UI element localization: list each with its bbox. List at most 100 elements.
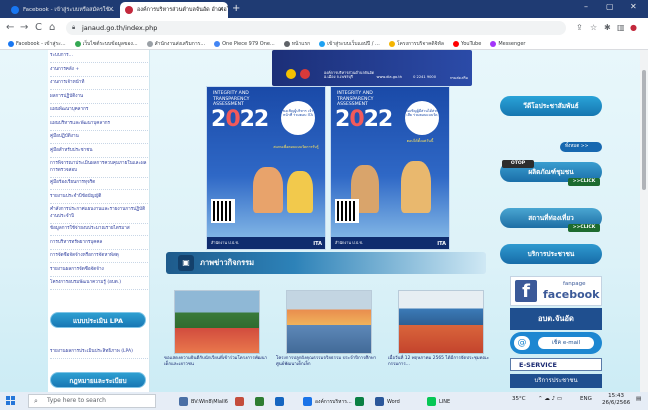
taskbar-app[interactable] [252,395,267,408]
lpa-report-link[interactable]: รายงานผลการประเมินประสิทธิภาพ (LPA) [50,348,148,359]
left-menu-item[interactable]: งานการคลัง + [50,66,148,77]
banner-website: www.dla.go.th [376,75,403,79]
tab-janaud[interactable]: องค์การบริหารส่วนตำบลจันอัด อำเภอโ... × [120,2,228,18]
close-window-button[interactable]: ✕ [630,2,637,11]
all-videos-link[interactable]: ทั้งหมด >> [560,142,602,152]
news-photo[interactable] [286,290,372,354]
lpa-button[interactable]: แบบประเมิน LPA [50,312,146,328]
left-menu-item[interactable]: รายงานประจำปีข้อบัญญัติ [50,193,148,204]
org-name: องค์การบริหารส่วนตำบลจันอัด อ.เมือง จ.เพ… [324,70,375,79]
bookmark-icon [214,40,221,47]
taskbar-search-input[interactable]: ⌕ Type here to search [28,394,156,408]
scrollbar-thumb[interactable] [642,70,646,190]
left-menu-item[interactable]: แผนบริหารและพัฒนาบุคลากร [50,120,148,131]
left-menu-item[interactable]: ผลการปฏิบัติงาน [50,93,148,104]
taskbar-app[interactable] [272,395,287,408]
facebook-fanpage[interactable]: f fanpage facebook [510,276,602,306]
share-icon[interactable]: ⇪ [576,23,583,32]
new-tab-button[interactable]: + [232,3,240,14]
org-label[interactable]: อบต.จันอัด [510,308,602,330]
otop-badge: OTOP [502,160,534,168]
left-menu-item[interactable]: ระบบการ... [50,52,148,63]
address-bar[interactable]: 🔒︎ janaud.go.th/index.php [66,21,566,35]
minimize-button[interactable]: – [584,2,588,11]
app-label: BV:Win8\Mlall6 [191,398,228,405]
windows-start-icon[interactable] [6,396,15,405]
bookmark-item[interactable]: One Piece 979 One... [214,40,275,47]
language[interactable]: ENG [580,396,592,402]
weather[interactable]: 35°C [512,396,526,402]
app-icon [427,397,436,406]
taskbar-app[interactable]: องค์การบริหาร... [300,395,355,408]
citizen-service-button[interactable]: บริการประชาชน [510,374,602,388]
bookmark-item[interactable]: Messenger [490,40,525,47]
close-icon[interactable]: × [108,5,114,13]
scrollbar[interactable] [640,50,648,392]
eservice-button[interactable]: E-SERVICE [510,358,602,371]
star-icon[interactable]: ☆ [590,23,597,32]
taskbar-app[interactable] [352,395,367,408]
tray-icons[interactable]: ⌃ ☁ ♪ ▭ [538,396,562,402]
bookmark-item[interactable]: เข้าสู่ระบบเว็บแอปปี / ... [319,40,380,48]
app-icon [235,397,244,406]
search-icon: ⌕ [34,397,38,405]
news-photo[interactable] [174,290,260,354]
left-menu-item[interactable]: ข้อมูลการใช้จ่ายงบประมาณรายไตรมาส [50,225,148,236]
reload-icon[interactable]: C [35,22,42,33]
bookmark-icon [490,40,497,47]
left-menu-item[interactable]: คู่มือปฏิบัติงาน [50,133,148,144]
law-button[interactable]: กฎหมายและระเบียบ [50,372,146,388]
taskbar-app[interactable]: BV:Win8\Mlall6 [176,395,231,408]
taskbar-app[interactable]: LINE [424,395,453,408]
taskbar-app[interactable] [232,395,247,408]
maximize-button[interactable]: ▢ [606,2,614,11]
left-menu-item[interactable]: โครงการอบรมพัฒนาความรู้ (อบต.) [50,279,148,290]
service-button[interactable]: บริการประชาชน [500,244,602,264]
left-menu-item[interactable]: การพิจารณาประเมินผลการควบคุมภายในและผลกา… [50,160,148,178]
forward-icon[interactable]: → [20,22,28,33]
news-caption[interactable]: โครงการปลูกฝังคุณธรรมจริยธรรม ประจำปีการ… [276,356,380,368]
left-menu-item[interactable]: คู่มือร้องเรียนการทุจริต [50,179,148,190]
left-menu-item[interactable]: แผนพัฒนาบุคลากร [50,106,148,117]
bookmark-item[interactable]: Facebook - เข้าสู่ระ... [8,40,66,48]
left-menu-item[interactable]: คำสั่งการประกาศแผนงานและรายงานการปฏิบัติ… [50,206,148,224]
back-icon[interactable]: ← [6,22,14,33]
bookmark-item[interactable]: YouTube [452,40,481,47]
taskbar-app[interactable]: Word [372,395,403,408]
notification-icon[interactable]: ▤ [636,396,641,402]
bookmark-icon [319,40,326,47]
tourism-click[interactable]: >>CLICK [568,224,600,232]
news-title: ภาพข่าวกิจกรรม [200,258,255,267]
left-menu-item[interactable]: งานการเจ้าหน้าที่ [50,79,148,90]
extensions-icon[interactable]: ✱ [604,23,611,32]
ita-poster-1[interactable]: INTEGRITY AND TRANSPARENCY ASSESSMENT 20… [206,86,326,250]
otop-click[interactable]: >>CLICK [568,178,600,186]
bookmark-item[interactable]: เว็บไซต์ระบบข้อมูลของ... [74,40,138,48]
close-icon[interactable]: × [218,5,224,13]
bookmark-label: เข้าสู่ระบบเว็บแอปปี / ... [327,40,380,47]
banner-facebook: กรมส่งเสริม [449,76,468,80]
left-menu-item[interactable]: การบริหารทรัพยากรบุคคล [50,239,148,250]
tab-facebook[interactable]: Facebook - เข้าสู่ระบบหรือสมัครใช้... × [6,2,118,18]
bookmark-item[interactable]: หน้าแรก [283,40,310,48]
clock[interactable]: 15:43 26/6/2566 [602,393,630,407]
sidebar-icon[interactable]: ▥ [617,23,625,32]
bookmark-item[interactable]: สำนักงานส่งเสริมการ... [146,40,205,48]
video-tab[interactable]: วีดีโอประชาสัมพันธ์ [500,96,602,116]
profile-avatar[interactable]: ● [630,23,637,32]
news-photo[interactable] [398,290,484,354]
left-menu-item[interactable]: รายงานผลการจัดซื้อจัดจ้าง [50,266,148,277]
tab-label: องค์การบริหารส่วนตำบลจันอัด อำเภอโ... [137,7,228,13]
bookmark-icon [283,40,290,47]
home-icon[interactable]: ⌂ [49,22,55,33]
tab-label: Facebook - เข้าสู่ระบบหรือสมัครใช้... [23,7,115,13]
left-menu-item[interactable]: คู่มือสำหรับประชาชน [50,147,148,158]
ita-poster-2[interactable]: INTEGRITY AND TRANSPARENCY ASSESSMENT 20… [330,86,450,250]
browser-toolbar: ← → C ⌂ 🔒︎ janaud.go.th/index.php ⇪ ☆ ✱ … [0,18,648,38]
app-icon [355,397,364,406]
bookmark-item[interactable]: โครงการบริจาคดิจิทัล [388,40,444,48]
left-menu-item[interactable]: การจัดซื้อจัดจ้างหรือการจัดหาพัสดุ [50,252,148,263]
news-caption[interactable]: เมื่อวันที่ 12 พฤษภาคม 2565 ได้มีการจัดป… [388,356,492,368]
email-button[interactable]: @ เช็ค e-mail [510,332,602,354]
news-caption[interactable]: ขอแสดงความยินดีกับนักเรียนที่เข้าร่วมโคร… [164,356,268,368]
